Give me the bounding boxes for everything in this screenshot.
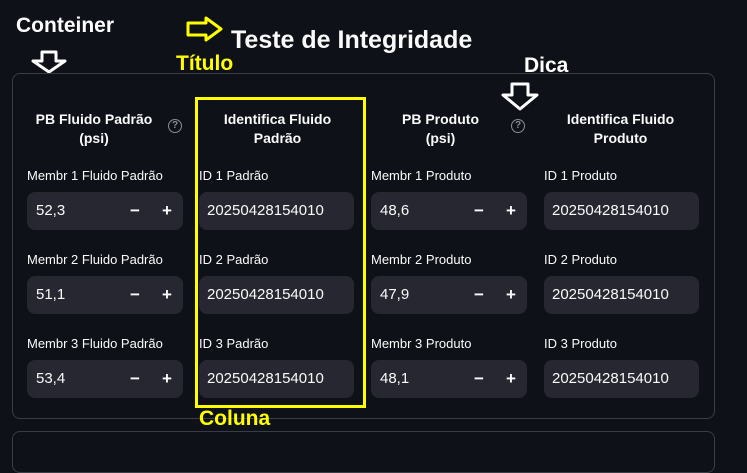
column-header-pb-produto: PB Produto (psi) — [402, 111, 479, 146]
field-label: Membr 2 Fluido Padrão — [27, 252, 163, 267]
increment-button[interactable]: + — [151, 192, 183, 230]
pb-padrao-input-3[interactable]: 53,4 − + — [27, 360, 183, 398]
field-label: ID 3 Produto — [544, 336, 617, 351]
column-header-pb-fluido-padrao: PB Fluido Padrão (psi) — [35, 111, 153, 146]
coluna-highlight-box — [195, 97, 366, 408]
pb-produto-input-2[interactable]: 47,9 − + — [371, 276, 527, 314]
decrement-button[interactable]: − — [463, 360, 495, 398]
decrement-button[interactable]: − — [119, 276, 151, 314]
arrow-right-icon — [186, 16, 223, 42]
input-value[interactable]: 47,9 — [380, 286, 409, 303]
pb-padrao-input-1[interactable]: 52,3 − + — [27, 192, 183, 230]
field-label: ID 2 Produto — [544, 252, 617, 267]
annotation-conteiner: Conteiner — [16, 14, 115, 37]
input-value[interactable]: 48,6 — [380, 202, 409, 219]
field-label: Membr 3 Fluido Padrão — [27, 336, 163, 351]
decrement-button[interactable]: − — [119, 360, 151, 398]
pb-padrao-input-2[interactable]: 51,1 − + — [27, 276, 183, 314]
input-value[interactable]: 53,4 — [36, 370, 65, 387]
increment-button[interactable]: + — [495, 276, 527, 314]
field-label: ID 1 Produto — [544, 168, 617, 183]
increment-button[interactable]: + — [495, 192, 527, 230]
input-value[interactable]: 20250428154010 — [552, 370, 669, 387]
field-label: Membr 3 Produto — [371, 336, 472, 351]
help-icon[interactable]: ? — [168, 119, 182, 133]
page-title: Teste de Integridade — [231, 26, 473, 54]
annotation-coluna: Coluna — [199, 407, 271, 430]
decrement-button[interactable]: − — [463, 276, 495, 314]
next-conteiner — [12, 431, 715, 473]
decrement-button[interactable]: − — [463, 192, 495, 230]
pb-produto-input-1[interactable]: 48,6 − + — [371, 192, 527, 230]
decrement-button[interactable]: − — [119, 192, 151, 230]
increment-button[interactable]: + — [151, 360, 183, 398]
input-value[interactable]: 20250428154010 — [552, 286, 669, 303]
arrow-down-icon — [31, 50, 67, 74]
id-produto-input-1[interactable]: 20250428154010 — [544, 192, 699, 230]
id-produto-input-3[interactable]: 20250428154010 — [544, 360, 699, 398]
id-produto-input-2[interactable]: 20250428154010 — [544, 276, 699, 314]
help-icon[interactable]: ? — [511, 119, 525, 133]
column-header-identifica-fluido-produto: Identifica Fluido Produto — [566, 111, 675, 146]
input-value[interactable]: 52,3 — [36, 202, 65, 219]
field-label: Membr 2 Produto — [371, 252, 472, 267]
pb-produto-input-3[interactable]: 48,1 − + — [371, 360, 527, 398]
input-value[interactable]: 48,1 — [380, 370, 409, 387]
field-label: Membr 1 Produto — [371, 168, 472, 183]
increment-button[interactable]: + — [495, 360, 527, 398]
input-value[interactable]: 51,1 — [36, 286, 65, 303]
increment-button[interactable]: + — [151, 276, 183, 314]
input-value[interactable]: 20250428154010 — [552, 202, 669, 219]
field-label: Membr 1 Fluido Padrão — [27, 168, 163, 183]
